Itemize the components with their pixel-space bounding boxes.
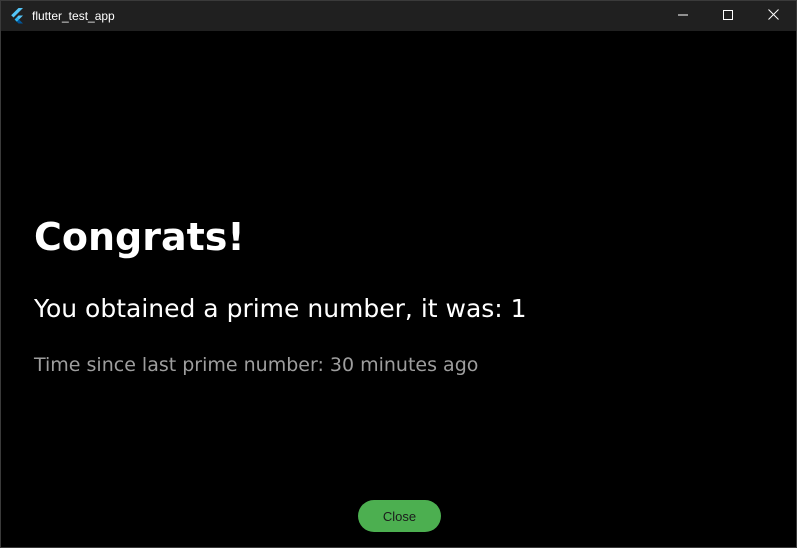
maximize-icon: [723, 7, 733, 25]
maximize-button[interactable]: [705, 1, 751, 31]
window-title: flutter_test_app: [32, 9, 115, 23]
congrats-heading: Congrats!: [34, 215, 245, 259]
time-since-message: Time since last prime number: 30 minutes…: [34, 354, 479, 376]
app-window: flutter_test_app Congrats! You obtained …: [0, 0, 797, 548]
close-button[interactable]: Close: [358, 500, 441, 532]
title-bar[interactable]: flutter_test_app: [1, 1, 796, 31]
prime-number-message: You obtained a prime number, it was: 1: [34, 294, 527, 323]
flutter-logo-icon: [10, 8, 24, 24]
minimize-icon: [678, 7, 688, 25]
window-close-button[interactable]: [750, 1, 796, 31]
minimize-button[interactable]: [660, 1, 706, 31]
main-content: Congrats! You obtained a prime number, i…: [1, 31, 796, 547]
close-icon: [767, 7, 779, 25]
